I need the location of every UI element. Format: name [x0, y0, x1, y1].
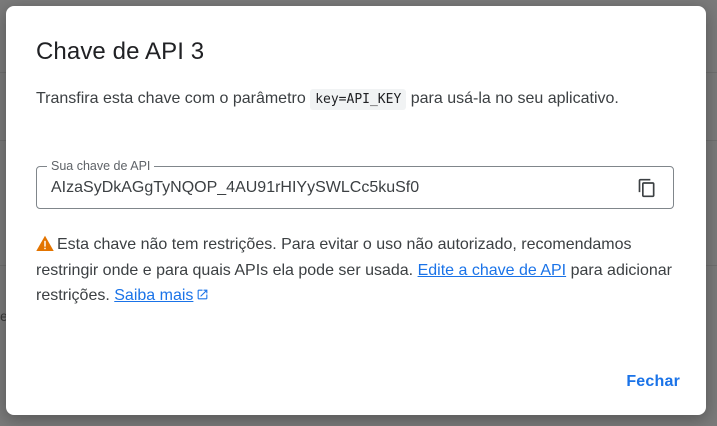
dialog-description: Transfira esta chave com o parâmetro key…: [36, 86, 656, 112]
api-key-value[interactable]: AIzaSyDkAGgTyNQOP_4AU91rHIYySWLCc5kuSf0: [51, 179, 419, 197]
description-text: Transfira esta chave com o parâmetro: [36, 90, 311, 107]
external-link-icon[interactable]: [196, 288, 209, 301]
dialog-title: Chave de API 3: [36, 38, 205, 65]
close-button[interactable]: Fechar: [626, 373, 680, 391]
warning-icon: [36, 235, 54, 251]
api-key-field-label: Sua chave de API: [47, 158, 155, 174]
copy-icon: [638, 178, 655, 198]
api-key-field[interactable]: Sua chave de API AIzaSyDkAGgTyNQOP_4AU91…: [36, 158, 674, 209]
description-text-end: para usá-la no seu aplicativo.: [406, 90, 619, 107]
edit-api-key-link[interactable]: Edite a chave de API: [418, 262, 567, 279]
copy-button[interactable]: [637, 178, 657, 198]
warning-message: Esta chave não tem restrições. Para evit…: [36, 232, 676, 309]
description-code: key=API_KEY: [310, 89, 407, 110]
learn-more-link[interactable]: Saiba mais: [114, 287, 193, 304]
api-key-dialog: Chave de API 3 Transfira esta chave com …: [6, 6, 706, 415]
